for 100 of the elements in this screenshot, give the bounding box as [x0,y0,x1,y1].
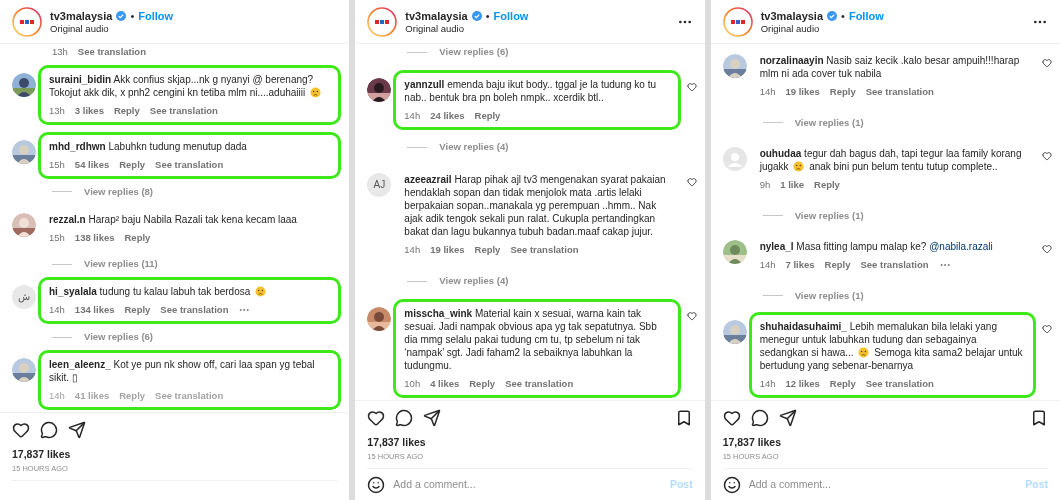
like-icon[interactable] [722,409,741,427]
reply-button[interactable]: Reply [124,231,151,244]
comment-text: shuhaidasuhaimi_ Lebih memalukan bila lelaki yang menegur untuk labuhkan tudung dan sebagainya sedangkan si hawa... Semoga kita sama2 belajar untuk bertudung yang sebenar-benarnya [759,320,1024,372]
likes-total[interactable]: 17,837 likes [722,435,1048,449]
emoji-icon [310,86,322,98]
reply-button[interactable]: Reply [474,243,501,256]
channel-logo-icon[interactable] [367,6,398,37]
comment-text: mhd_rdhwn Labuhkn tudung menutup dada [49,139,248,153]
see-translation-link[interactable]: See translation [865,86,934,98]
bookmark-icon[interactable] [1030,409,1048,427]
view-replies-button[interactable]: View replies (4) [439,141,509,154]
view-replies-button[interactable]: View replies (4) [439,275,509,288]
comment-text: yannzull emenda baju ikut body.. tggal je la tudung ko tu nab.. bentuk bra pn boleh nmpk.. xcerdik btl.. [404,77,657,104]
likes-count[interactable]: 1 like [780,179,804,191]
reply-button[interactable]: Reply [814,179,840,191]
comment-icon[interactable] [750,409,769,427]
see-translation-link[interactable]: See translation [149,104,218,117]
comment-text: ouhudaa tegur dah bagus dah, tapi tegur laa family korang jugakk anak bini pun belum tentu tutup complete.. [759,147,1023,173]
see-translation-link[interactable]: See translation [510,243,579,256]
comment-time: 14h [404,109,421,122]
see-translation-link[interactable]: See translation [865,378,934,390]
comment-text: rezzal.n Harap² baju Nabila Razali tak kena kecam laaa [49,212,298,226]
channel-logo-icon[interactable] [722,6,753,37]
likes-count[interactable]: 4 likes [430,377,460,390]
avatar[interactable]: ش [12,285,36,310]
likes-count[interactable]: 24 likes [430,109,465,122]
reply-button[interactable]: Reply [829,378,856,390]
audio-label[interactable]: Original audio [760,22,1024,35]
view-replies-button[interactable]: View replies (1) [794,209,864,222]
reply-button[interactable]: Reply [829,86,856,98]
see-translation-link[interactable]: See translation [860,259,929,271]
comment-text: hi_syalala tudung tu kalau labuh tak berdosa [49,285,331,299]
likes-count[interactable]: 19 likes [785,86,820,98]
comment-icon[interactable] [40,421,58,439]
like-icon[interactable] [367,409,386,427]
reply-button[interactable]: Reply [474,109,501,122]
see-translation-link[interactable]: See translation [155,158,224,171]
likes-total[interactable]: 17,837 likes [367,435,693,449]
like-icon[interactable] [12,421,30,439]
view-replies-button[interactable]: View replies (1) [794,116,864,129]
emoji-icon [255,286,267,298]
comment-time: 14h [404,243,421,256]
comment-icon[interactable] [395,409,414,427]
account-name[interactable]: tv3malaysia [760,8,824,23]
emoji-icon [793,161,805,172]
see-translation-link[interactable]: See translation [155,390,224,402]
view-replies-button[interactable]: View replies (8) [84,185,153,198]
account-name[interactable]: tv3malaysia [405,8,468,23]
likes-count[interactable]: 54 likes [74,158,110,171]
mention-link[interactable]: @nabila.razali [929,241,993,252]
comment-input[interactable]: Add a comment... [393,476,662,493]
separator-dot: • [130,8,135,23]
see-translation-link[interactable]: See translation [505,377,574,390]
comment-input[interactable]: Add a comment... [748,476,1018,493]
share-icon[interactable] [778,409,797,427]
likes-count[interactable]: 19 likes [430,243,465,256]
share-icon[interactable] [68,421,86,439]
likes-count[interactable]: 3 likes [74,104,104,117]
channel-logo-icon[interactable] [12,6,42,37]
reply-button[interactable]: Reply [124,304,151,317]
follow-button[interactable]: Follow [493,8,529,23]
reply-button[interactable]: Reply [119,390,146,402]
reply-button[interactable]: Reply [119,158,146,171]
view-replies-button[interactable]: View replies (1) [794,289,864,302]
reply-button[interactable]: Reply [824,259,851,271]
comment-time: 14h [759,86,776,98]
view-replies-button[interactable]: View replies (11) [84,258,158,271]
emoji-icon [858,347,870,358]
follow-button[interactable]: Follow [848,8,884,23]
comment-text: suraini_bidin Akk confius skjap...nk g nyanyi @ berenang? Tokojut akk dik, x pnh2 cengini kn tetiba mlm ni....aduhaiiii [49,72,331,99]
follow-button[interactable]: Follow [138,8,174,23]
comment-time: 10h [404,377,421,390]
comment-text: misscha_wink Material kain x sesuai, warna kain tak sesuai. Jadi nampak obvious apa yg tak sepatutnya. Sbb dia mmg selalu pakai tudung cm tu, tp sebelum ni tak ‘nampak’ sgt. Jadi faham2 la sebaiknya labuhkan la tudungmu. [404,306,658,372]
avatar[interactable]: AJ [367,172,392,197]
audio-label[interactable]: Original audio [50,22,338,35]
likes-count[interactable]: 12 likes [785,378,820,390]
emoji-picker-icon[interactable] [367,475,386,494]
likes-count[interactable]: 41 likes [74,390,110,402]
view-replies-button[interactable]: View replies (6) [84,331,153,344]
account-name[interactable]: tv3malaysia [50,8,113,23]
view-replies-button[interactable]: View replies (6) [439,46,509,58]
reply-button[interactable]: Reply [113,104,140,117]
reply-button[interactable]: Reply [469,377,496,390]
separator-dot: • [485,8,490,23]
comment-text: leen_aleenz_ Kot ye pun nk show off, cari laa span yg tebal sikit. ▯ [49,358,316,384]
likes-total[interactable]: 17,837 likes [12,447,338,461]
comment-time: 15h [49,158,65,171]
see-translation-link[interactable]: See translation [77,46,146,58]
see-translation-link[interactable]: See translation [160,304,229,317]
likes-count[interactable]: 134 likes [74,304,115,317]
emoji-picker-icon[interactable] [722,475,741,494]
likes-count[interactable]: 7 likes [785,259,815,271]
separator-dot: • [841,8,845,23]
share-icon[interactable] [423,409,442,427]
comment-time: 13h [52,46,68,58]
comment-text: norzalinaayin Nasib saiz kecik .kalo besar ampuih!!!harap mlm ni ada cover tuk nabila [759,54,1021,80]
audio-label[interactable]: Original audio [405,22,669,35]
verified-badge-icon [471,10,482,21]
verified-badge-icon [116,10,127,21]
likes-count[interactable]: 138 likes [74,231,115,244]
